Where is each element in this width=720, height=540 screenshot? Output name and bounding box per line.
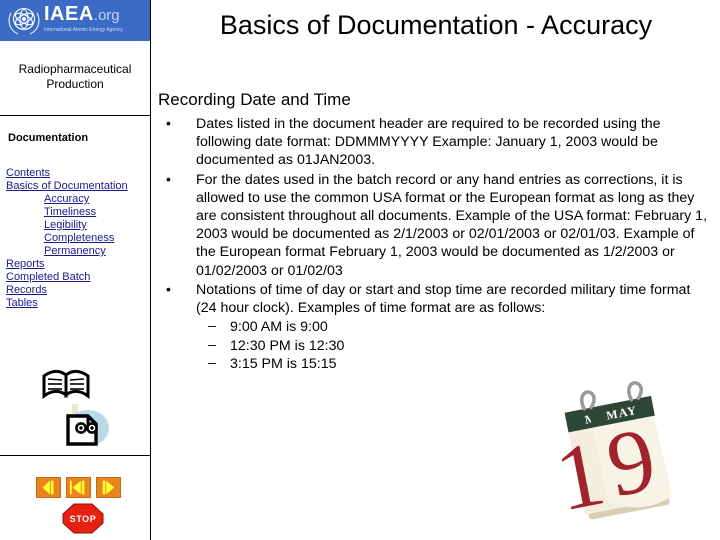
sidebar-item-permanency[interactable]: Permanency (0, 245, 150, 258)
sidebar-item-completed-batch[interactable]: Completed Batch (0, 271, 150, 284)
iaea-logo-band: IAEA.org International Atomic Energy Age… (0, 0, 150, 41)
home-slide-button[interactable] (66, 477, 91, 498)
sub-bullet-text: 3:15 PM is 15:15 (230, 356, 337, 373)
tear-off-calendar-image: MAY 19 MAY 9 (560, 381, 673, 530)
bullet-marker: • (166, 280, 171, 297)
sidebar-divider-top (0, 115, 150, 116)
section-subheading: Recording Date and Time (158, 90, 351, 109)
course-title: Radiopharmaceutical Production (18, 62, 132, 91)
sub-bullet-item: – 9:00 AM is 9:00 (158, 318, 714, 337)
open-book-to-document-icon (42, 369, 109, 446)
sidebar-nav-list: Contents Basics of Documentation Accurac… (0, 167, 150, 310)
bullet-marker: • (166, 115, 171, 131)
bullet-list: • Dates listed in the document header ar… (158, 115, 714, 374)
bullet-text: Dates listed in the document header are … (196, 116, 661, 169)
page-title: Basics of Documentation - Accuracy (219, 10, 653, 40)
back-to-start-icon (69, 480, 85, 495)
iaea-full-name: International Atomic Energy Agency (44, 27, 123, 33)
sidebar-item-tables[interactable]: Tables (0, 297, 150, 310)
sidebar-item-contents[interactable]: Contents (0, 167, 150, 180)
nav-heading: Documentation (8, 132, 89, 144)
sidebar-item-legibility[interactable]: Legibility (0, 219, 150, 232)
sidebar-item-timeliness[interactable]: Timeliness (0, 206, 150, 219)
sidebar-item-reports[interactable]: Reports (0, 258, 150, 271)
atom-emblem-icon (8, 7, 40, 35)
sidebar: IAEA.org International Atomic Energy Age… (0, 0, 151, 540)
iaea-org-suffix: .org (93, 7, 120, 24)
sidebar-item-records[interactable]: Records (0, 284, 150, 297)
sub-bullet-marker: – (208, 355, 216, 372)
previous-arrow-icon (42, 480, 54, 495)
sub-bullet-text: 12:30 PM is 12:30 (230, 337, 345, 354)
slide: IAEA.org International Atomic Energy Age… (0, 0, 720, 540)
stop-button-label: STOP (70, 514, 97, 524)
slide-content: Basics of Documentation - Accuracy Recor… (152, 0, 720, 540)
bullet-item: • Dates listed in the document header ar… (158, 115, 714, 170)
sidebar-item-basics-of-documentation[interactable]: Basics of Documentation (0, 180, 150, 193)
next-slide-button[interactable] (96, 477, 121, 498)
next-arrow-icon (102, 480, 115, 495)
stop-button[interactable]: STOP (62, 503, 104, 534)
sub-bullet-item: – 12:30 PM is 12:30 (158, 337, 714, 356)
sub-bullet-text: 9:00 AM is 9:00 (230, 319, 328, 336)
iaea-logo-text: IAEA.org International Atomic Energy Age… (44, 4, 123, 34)
sidebar-item-completeness[interactable]: Completeness (0, 232, 150, 245)
iaea-acronym: IAEA (44, 3, 94, 25)
bullet-item: • Notations of time of day or start and … (158, 281, 714, 317)
bullet-marker: • (166, 170, 171, 187)
bullet-item: • For the dates used in the batch record… (158, 171, 714, 280)
sub-bullet-marker: – (208, 318, 216, 335)
slide-navigation-buttons (36, 477, 122, 498)
previous-slide-button[interactable] (36, 477, 61, 498)
bullet-text: For the dates used in the batch record o… (196, 171, 708, 279)
iaea-wordmark: IAEA.org (44, 4, 123, 26)
sidebar-divider-bottom (0, 455, 150, 456)
bullet-text: Notations of time of day or start and st… (196, 281, 691, 317)
sidebar-item-accuracy[interactable]: Accuracy (0, 193, 150, 206)
sub-bullet-marker: – (208, 336, 216, 353)
